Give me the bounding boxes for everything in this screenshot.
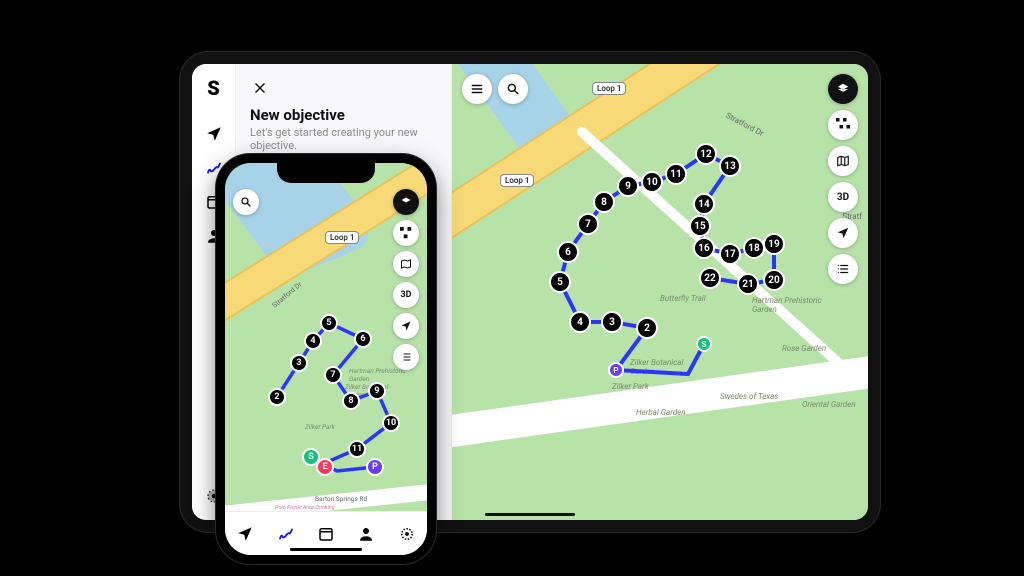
- list-icon: [400, 351, 412, 363]
- iphone-map[interactable]: Loop 1 Stratford Dr Zilker Botanical Gar…: [225, 163, 427, 555]
- iphone-map-controls-top-right: 3D: [393, 189, 419, 370]
- waypoint-9[interactable]: 9: [617, 175, 639, 197]
- app-logo: S: [207, 76, 220, 100]
- ipad-map[interactable]: Loop 1 Loop 1 Stratford Dr Stratf Zilker…: [452, 64, 868, 520]
- nav-arrow-icon: [400, 320, 412, 332]
- nav-arrow-icon: [236, 525, 254, 543]
- waypoint-7[interactable]: 7: [577, 213, 599, 235]
- waypoint-21[interactable]: 21: [737, 273, 759, 295]
- iphone-device: Loop 1 Stratford Dr Zilker Botanical Gar…: [216, 154, 436, 564]
- search-button[interactable]: [498, 74, 528, 104]
- checker-button[interactable]: [393, 220, 419, 246]
- map-style-button[interactable]: [393, 251, 419, 277]
- map-icon: [836, 154, 850, 168]
- waypoint-15[interactable]: 15: [689, 215, 711, 237]
- checker-icon: [836, 118, 850, 132]
- tab-profile[interactable]: [353, 521, 379, 547]
- start-marker[interactable]: S: [696, 336, 712, 352]
- sidebar-item-navigate[interactable]: [200, 120, 228, 148]
- search-icon: [240, 196, 252, 208]
- waypoint-12[interactable]: 12: [695, 143, 717, 165]
- waypoint-3[interactable]: 3: [290, 354, 308, 372]
- person-icon: [357, 525, 375, 543]
- waypoint-8[interactable]: 8: [593, 191, 615, 213]
- waypoint-5[interactable]: 5: [320, 314, 338, 332]
- waypoint-17[interactable]: 17: [719, 243, 741, 265]
- iphone-map-controls-top-left: [233, 189, 259, 215]
- waypoint-10[interactable]: 10: [641, 171, 663, 193]
- tab-settings[interactable]: [394, 521, 420, 547]
- waypoint-22[interactable]: 22: [699, 267, 721, 289]
- waypoint-14[interactable]: 14: [693, 193, 715, 215]
- iphone-notch: [277, 163, 375, 183]
- ipad-route-line: [452, 64, 868, 520]
- locate-button[interactable]: [393, 313, 419, 339]
- ipad-home-indicator: [485, 513, 575, 516]
- waypoint-16[interactable]: 16: [693, 237, 715, 259]
- ipad-map-controls-top-right: 3D: [828, 74, 858, 284]
- waypoint-11[interactable]: 11: [348, 440, 366, 458]
- nav-arrow-icon: [205, 125, 223, 143]
- waypoint-6[interactable]: 6: [354, 330, 372, 348]
- iphone-screen: Loop 1 Stratford Dr Zilker Botanical Gar…: [225, 163, 427, 555]
- tab-route[interactable]: [273, 521, 299, 547]
- list-icon: [836, 262, 850, 276]
- route-icon: [277, 525, 295, 543]
- tab-calendar[interactable]: [313, 521, 339, 547]
- layers-button[interactable]: [828, 74, 858, 104]
- waypoint-9[interactable]: 9: [368, 382, 386, 400]
- close-icon: [253, 81, 267, 95]
- waypoint-8[interactable]: 8: [342, 392, 360, 410]
- waypoint-11[interactable]: 11: [665, 163, 687, 185]
- waypoint-20[interactable]: 20: [763, 269, 785, 291]
- nav-arrow-icon: [836, 226, 850, 240]
- tab-navigate[interactable]: [232, 521, 258, 547]
- parking-marker[interactable]: P: [366, 458, 384, 476]
- waypoint-4[interactable]: 4: [569, 311, 591, 333]
- locate-button[interactable]: [828, 218, 858, 248]
- ipad-map-controls-top-left: [462, 74, 528, 104]
- panel-title: New objective: [250, 106, 437, 124]
- search-button[interactable]: [233, 189, 259, 215]
- waypoint-2[interactable]: 2: [268, 388, 286, 406]
- checker-button[interactable]: [828, 110, 858, 140]
- map-style-button[interactable]: [828, 146, 858, 176]
- waypoint-18[interactable]: 18: [743, 237, 765, 259]
- waypoint-10[interactable]: 10: [382, 414, 400, 432]
- layers-icon: [836, 82, 850, 96]
- waypoint-5[interactable]: 5: [549, 271, 571, 293]
- layers-button[interactable]: [393, 189, 419, 215]
- checker-icon: [400, 227, 412, 239]
- waypoint-3[interactable]: 3: [601, 311, 623, 333]
- panel-subtitle: Let's get started creating your new obje…: [250, 126, 437, 152]
- list-button[interactable]: [393, 344, 419, 370]
- close-panel-button[interactable]: [250, 78, 270, 98]
- layers-icon: [400, 196, 412, 208]
- end-marker[interactable]: E: [316, 458, 334, 476]
- waypoint-4[interactable]: 4: [304, 332, 322, 350]
- hamburger-icon: [470, 82, 484, 96]
- iphone-home-indicator: [290, 548, 362, 551]
- 3d-button[interactable]: 3D: [393, 282, 419, 308]
- parking-marker[interactable]: P: [608, 362, 624, 378]
- calendar-icon: [317, 525, 335, 543]
- hamburger-button[interactable]: [462, 74, 492, 104]
- waypoint-13[interactable]: 13: [719, 155, 741, 177]
- waypoint-2[interactable]: 2: [636, 317, 658, 339]
- 3d-button[interactable]: 3D: [828, 182, 858, 212]
- search-icon: [506, 82, 520, 96]
- waypoint-7[interactable]: 7: [324, 366, 342, 384]
- waypoint-19[interactable]: 19: [763, 233, 785, 255]
- map-icon: [400, 258, 412, 270]
- waypoint-6[interactable]: 6: [557, 241, 579, 263]
- list-button[interactable]: [828, 254, 858, 284]
- gear-icon: [398, 525, 416, 543]
